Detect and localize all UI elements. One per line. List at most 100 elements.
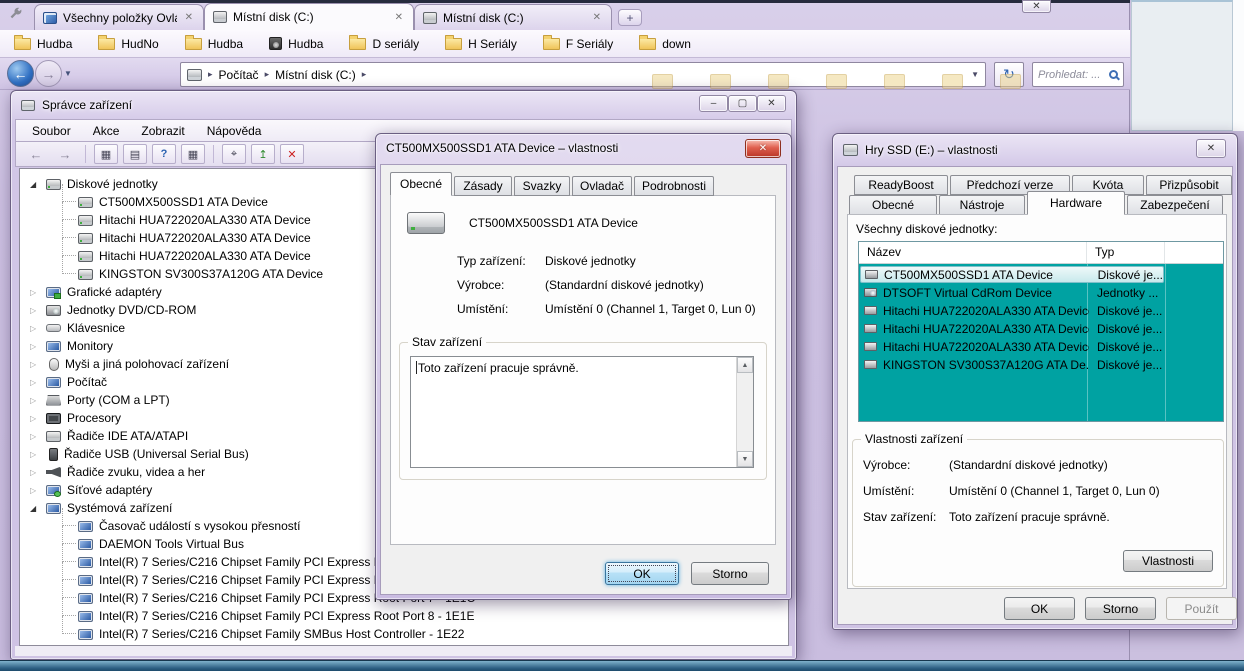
list-row-hitachi-3[interactable]: Hitachi HUA722020ALA330 ATA Device Disko… [860, 338, 1164, 355]
expander-closed-icon[interactable]: ▷ [30, 342, 46, 351]
expander-closed-icon[interactable]: ▷ [30, 450, 46, 459]
expander-closed-icon[interactable]: ▷ [30, 414, 46, 423]
column-nazev[interactable]: Název [859, 242, 1087, 263]
tab-close-icon[interactable]: ✕ [393, 12, 405, 23]
bookmark-d-serialy[interactable]: D seriály [349, 37, 419, 51]
close-button[interactable]: ✕ [1196, 139, 1226, 158]
forward-icon[interactable]: → [53, 144, 77, 164]
expander-open-icon[interactable]: ◢ [30, 180, 46, 189]
minimize-button[interactable]: – [699, 95, 728, 112]
tab-svazky[interactable]: Svazky [514, 176, 570, 196]
tab-close-icon[interactable]: ✕ [183, 12, 195, 23]
close-button[interactable]: ✕ [757, 95, 786, 112]
tab-nastroje[interactable]: Nástroje [939, 195, 1025, 215]
tab-ovladac[interactable]: Ovladač [572, 176, 632, 196]
show-icon[interactable]: ▦ [94, 144, 118, 164]
bookmark-hudba[interactable]: Hudba [14, 37, 72, 51]
properties-icon[interactable]: ▤ [123, 144, 147, 164]
close-button[interactable]: ✕ [745, 139, 781, 158]
apply-button[interactable]: Použít [1166, 597, 1237, 620]
bookmark-hudba-2[interactable]: Hudba [185, 37, 243, 51]
expander-closed-icon[interactable]: ▷ [30, 486, 46, 495]
field-location: Umístění: Umístění 0 (Channel 1, Target … [457, 302, 756, 316]
back-icon[interactable]: ← [24, 144, 48, 164]
list-icon[interactable]: ▦ [181, 144, 205, 164]
tab-obecne[interactable]: Obecné [849, 195, 937, 215]
tab-podrobnosti[interactable]: Podrobnosti [634, 176, 714, 196]
list-row-dtsoft[interactable]: DTSOFT Virtual CdRom Device Jednotky ... [860, 284, 1164, 301]
dialog-titlebar[interactable]: CT500MX500SSD1 ATA Device – vlastnosti [376, 134, 791, 162]
expander-open-icon[interactable]: ◢ [30, 504, 46, 513]
menu-akce[interactable]: Akce [93, 124, 120, 138]
tab-readyboost[interactable]: ReadyBoost [854, 175, 948, 195]
list-row-ct500[interactable]: CT500MX500SSD1 ATA Device Diskové je... [860, 266, 1164, 283]
tab-zabezpeceni[interactable]: Zabezpečení [1127, 195, 1223, 215]
close-button[interactable]: ✕ [1022, 0, 1051, 13]
scroll-up-icon[interactable]: ▲ [737, 357, 753, 373]
tab-zasady[interactable]: Zásady [454, 176, 512, 196]
breadcrumb-computer[interactable]: Počítač [219, 68, 259, 82]
list-row-kingston[interactable]: KINGSTON SV300S37A120G ATA De... Diskové… [860, 356, 1164, 373]
expander-closed-icon[interactable]: ▷ [30, 324, 46, 333]
tab-obecne[interactable]: Obecné [390, 172, 452, 196]
expander-closed-icon[interactable]: ▷ [30, 378, 46, 387]
bookmark-h-serialy[interactable]: H Seriály [445, 37, 517, 51]
dialog-tabs: Obecné Zásady Svazky Ovladač Podrobnosti [390, 175, 716, 196]
expander-closed-icon[interactable]: ▷ [30, 468, 46, 477]
cancel-button[interactable]: Storno [1085, 597, 1156, 620]
search-input[interactable]: Prohledat: ... [1032, 62, 1124, 87]
tab-hardware-active[interactable]: Hardware [1027, 191, 1125, 215]
maximize-button[interactable]: ▢ [728, 95, 757, 112]
menu-zobrazit[interactable]: Zobrazit [141, 124, 184, 138]
list-row-hitachi-1[interactable]: Hitachi HUA722020ALA330 ATA Device Disko… [860, 302, 1164, 319]
uninstall-icon[interactable]: ✕ [280, 144, 304, 164]
window-titlebar[interactable]: Hry SSD (E:) – vlastnosti [833, 134, 1237, 166]
scroll-down-icon[interactable]: ▼ [737, 451, 753, 467]
tab-local-disk-c[interactable]: Místní disk (C:) ✕ [414, 4, 612, 30]
bookmark-f-serialy[interactable]: F Seriály [543, 37, 613, 51]
search-icon [1109, 70, 1118, 79]
scan-hardware-icon[interactable]: ⌖ [222, 144, 246, 164]
new-tab-button[interactable]: + [618, 9, 642, 26]
back-button[interactable]: ← [7, 60, 34, 87]
tree-item-intel-pcie-8[interactable]: Intel(R) 7 Series/C216 Chipset Family PC… [20, 607, 788, 625]
tab-local-disk-c-active[interactable]: Místní disk (C:) ✕ [204, 3, 414, 30]
properties-button[interactable]: Vlastnosti [1123, 550, 1213, 572]
bookmark-hudba-3[interactable]: Hudba [269, 37, 323, 51]
cancel-button[interactable]: Storno [691, 562, 769, 585]
scrollbar[interactable]: ▲ ▼ [736, 357, 753, 467]
device-status-textbox[interactable]: Toto zařízení pracuje správně. ▲ ▼ [410, 356, 754, 468]
forward-button[interactable]: → [35, 60, 62, 87]
menu-napoveda[interactable]: Nápověda [207, 124, 262, 138]
breadcrumb[interactable]: ▸ Počítač ▸ Místní disk (C:) ▸ ▼ [180, 62, 986, 87]
expander-closed-icon[interactable]: ▷ [30, 432, 46, 441]
bookmark-hudno[interactable]: HudNo [98, 37, 158, 51]
address-dropdown-icon[interactable]: ▼ [971, 70, 979, 79]
breadcrumb-local-disk[interactable]: Místní disk (C:) [275, 68, 356, 82]
tab-close-icon[interactable]: ✕ [591, 12, 603, 23]
expander-closed-icon[interactable]: ▷ [30, 396, 46, 405]
dialog-title: CT500MX500SSD1 ATA Device – vlastnosti [386, 141, 618, 155]
expander-closed-icon[interactable]: ▷ [30, 360, 46, 369]
help-icon[interactable]: ? [152, 144, 176, 164]
menu-soubor[interactable]: Soubor [32, 124, 71, 138]
speaker-icon [269, 37, 282, 50]
column-typ[interactable]: Typ [1087, 242, 1165, 263]
update-driver-icon[interactable]: ↥ [251, 144, 275, 164]
expander-closed-icon[interactable]: ▷ [30, 288, 46, 297]
ok-button[interactable]: OK [605, 562, 679, 585]
recent-pages-dropdown-icon[interactable]: ▼ [64, 69, 72, 78]
tree-item-intel-smbus[interactable]: Intel(R) 7 Series/C216 Chipset Family SM… [20, 625, 788, 643]
bookmark-down[interactable]: down [639, 37, 691, 51]
system-device-icon [78, 521, 93, 532]
processor-icon [46, 413, 61, 424]
tab-prizpusobit[interactable]: Přizpůsobit [1146, 175, 1232, 195]
wrench-tools-icon[interactable] [8, 7, 24, 26]
expander-closed-icon[interactable]: ▷ [30, 306, 46, 315]
ok-button[interactable]: OK [1004, 597, 1075, 620]
taskbar-strip[interactable] [0, 660, 1244, 671]
disk-drive-icon [78, 197, 93, 208]
device-manager-titlebar[interactable]: Správce zařízení [11, 91, 796, 119]
list-row-hitachi-2[interactable]: Hitachi HUA722020ALA330 ATA Device Disko… [860, 320, 1164, 337]
tab-control-panel[interactable]: Všechny položky Ovládací ✕ [34, 4, 204, 30]
